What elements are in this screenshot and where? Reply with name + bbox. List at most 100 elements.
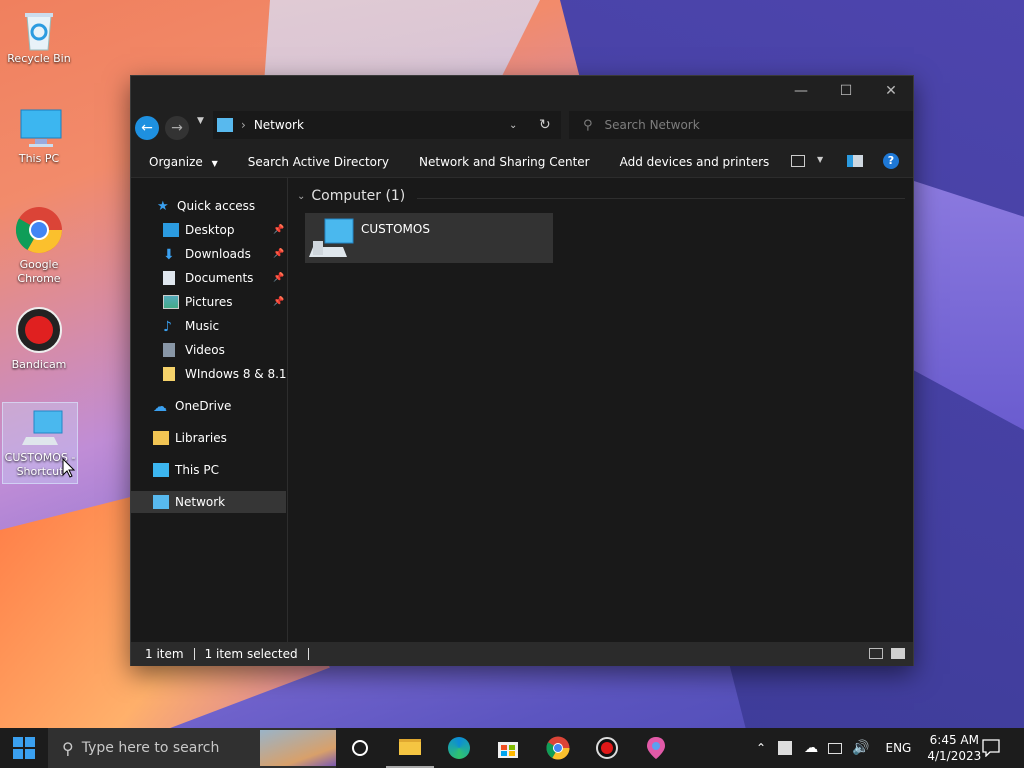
language-indicator[interactable]: ENG bbox=[886, 741, 912, 755]
record-icon bbox=[596, 737, 618, 759]
desktop-folder-icon bbox=[163, 223, 179, 237]
taskbar-chrome[interactable] bbox=[534, 728, 582, 768]
refresh-icon[interactable]: ↻ bbox=[539, 117, 551, 133]
search-active-directory-button[interactable]: Search Active Directory bbox=[233, 155, 404, 169]
breadcrumb-network[interactable]: Network bbox=[254, 118, 304, 132]
navigation-pane: ★ Quick access Desktop 📌 ⬇ Downloads 📌 D… bbox=[131, 178, 288, 642]
volume-icon[interactable]: 🔊 bbox=[852, 740, 869, 756]
taskbar-maps-app[interactable] bbox=[632, 728, 680, 768]
chevron-down-icon: ▼ bbox=[197, 116, 204, 126]
file-explorer-window: — ☐ ✕ ← → ▼ › Network ⌄ ↻ ⚲ Search Netwo… bbox=[130, 75, 914, 666]
content-area[interactable]: ⌄ Computer (1) CUSTOMOS bbox=[289, 178, 913, 642]
address-dropdown-icon[interactable]: ⌄ bbox=[509, 120, 517, 131]
chrome-icon bbox=[546, 736, 570, 760]
network-sharing-center-button[interactable]: Network and Sharing Center bbox=[404, 155, 605, 169]
view-options-button[interactable]: ▼ bbox=[817, 155, 823, 164]
minimize-button[interactable]: — bbox=[778, 76, 824, 106]
mouse-cursor-icon bbox=[62, 458, 76, 478]
maximize-button[interactable]: ☐ bbox=[823, 76, 869, 106]
title-bar[interactable]: — ☐ ✕ bbox=[131, 76, 913, 110]
search-icon: ⚲ bbox=[583, 117, 593, 133]
cortana-circle-icon bbox=[352, 740, 368, 756]
video-icon bbox=[163, 343, 175, 357]
map-pin-icon bbox=[647, 737, 665, 759]
bandicam-icon bbox=[15, 306, 63, 354]
search-box[interactable]: ⚲ Search Network bbox=[569, 111, 913, 139]
onedrive-offline-icon[interactable]: ☁ bbox=[804, 740, 818, 756]
nav-videos[interactable]: Videos bbox=[131, 339, 286, 361]
taskbar: ⚲ Type here to search ⌃ ☁ 🔊 ENG 6:45 AM … bbox=[0, 728, 1024, 768]
network-item-customos[interactable]: CUSTOMOS bbox=[305, 213, 553, 263]
nav-onedrive[interactable]: ☁ OneDrive bbox=[131, 395, 286, 417]
back-button[interactable]: ← bbox=[135, 116, 159, 140]
nav-label: This PC bbox=[175, 463, 219, 477]
nav-label: Documents bbox=[185, 271, 254, 285]
chevron-down-icon: ▼ bbox=[817, 155, 824, 164]
group-divider bbox=[417, 198, 905, 199]
nav-label: Quick access bbox=[177, 199, 256, 213]
network-status-icon[interactable] bbox=[828, 742, 843, 754]
arrow-left-icon: ← bbox=[141, 120, 153, 136]
taskbar-bandicam[interactable] bbox=[583, 728, 631, 768]
computer-icon bbox=[309, 218, 354, 257]
desktop-icon-recycle-bin[interactable]: Recycle Bin bbox=[4, 8, 74, 66]
details-view-icon[interactable] bbox=[869, 648, 883, 659]
taskbar-file-explorer[interactable] bbox=[386, 728, 434, 768]
recent-locations-button[interactable]: ▼ bbox=[197, 116, 204, 126]
address-bar[interactable]: › Network ⌄ ↻ bbox=[213, 111, 561, 139]
nav-music[interactable]: ♪ Music bbox=[131, 315, 286, 337]
command-bar: Organize ▼ Search Active Directory Netwo… bbox=[131, 146, 913, 178]
nav-windows-folder[interactable]: WIndows 8 & 8.1 th bbox=[131, 363, 286, 385]
selected-count: 1 item selected bbox=[204, 647, 298, 661]
desktop-icon-this-pc[interactable]: This PC bbox=[4, 108, 74, 166]
search-input[interactable]: Search Network bbox=[605, 118, 700, 132]
monitor-icon bbox=[153, 463, 169, 477]
search-highlight-image bbox=[260, 730, 336, 766]
desktop-icon-label: This PC bbox=[18, 152, 60, 165]
change-view-icon[interactable] bbox=[791, 155, 805, 167]
add-devices-printers-button[interactable]: Add devices and printers bbox=[605, 155, 785, 169]
download-icon: ⬇ bbox=[163, 247, 175, 263]
nav-downloads[interactable]: ⬇ Downloads 📌 bbox=[131, 243, 286, 265]
item-name: CUSTOMOS bbox=[361, 222, 430, 236]
desktop-icon-label: Bandicam bbox=[11, 358, 67, 371]
pictures-icon bbox=[163, 295, 179, 309]
organize-button[interactable]: Organize ▼ bbox=[131, 155, 233, 169]
star-icon: ★ bbox=[157, 199, 169, 214]
organize-label: Organize bbox=[149, 154, 203, 169]
notification-center-button[interactable] bbox=[968, 728, 1014, 768]
desktop-icon-chrome[interactable]: Google Chrome bbox=[4, 206, 74, 286]
security-shield-icon[interactable] bbox=[778, 741, 793, 755]
start-button[interactable] bbox=[0, 728, 48, 768]
pin-icon: 📌 bbox=[273, 249, 285, 259]
network-icon bbox=[153, 495, 169, 509]
nav-documents[interactable]: Documents 📌 bbox=[131, 267, 286, 289]
status-separator bbox=[307, 648, 309, 660]
store-icon bbox=[498, 742, 518, 758]
task-view-button[interactable] bbox=[336, 728, 384, 768]
taskbar-store[interactable] bbox=[484, 728, 532, 768]
taskbar-search-box[interactable]: ⚲ Type here to search bbox=[48, 728, 336, 768]
large-icons-view-icon[interactable] bbox=[891, 648, 905, 659]
nav-label: OneDrive bbox=[175, 399, 232, 413]
nav-quick-access[interactable]: ★ Quick access bbox=[131, 195, 286, 217]
help-icon[interactable]: ? bbox=[883, 153, 899, 169]
nav-desktop[interactable]: Desktop 📌 bbox=[131, 219, 286, 241]
group-header[interactable]: ⌄ Computer (1) bbox=[297, 188, 405, 204]
preview-pane-icon[interactable] bbox=[847, 155, 863, 167]
taskbar-edge[interactable] bbox=[435, 728, 483, 768]
nav-this-pc[interactable]: This PC bbox=[131, 459, 286, 481]
nav-libraries[interactable]: Libraries bbox=[131, 427, 286, 449]
network-icon bbox=[217, 118, 233, 132]
close-button[interactable]: ✕ bbox=[868, 76, 914, 106]
forward-button[interactable]: → bbox=[165, 116, 189, 140]
status-separator bbox=[193, 648, 195, 660]
nav-network[interactable]: Network bbox=[131, 491, 286, 513]
nav-pictures[interactable]: Pictures 📌 bbox=[131, 291, 286, 313]
nav-label: Desktop bbox=[185, 223, 235, 237]
desktop-icon-bandicam[interactable]: Bandicam bbox=[4, 306, 74, 372]
nav-label: Libraries bbox=[175, 431, 227, 445]
document-icon bbox=[163, 271, 175, 285]
show-hidden-icons-button[interactable]: ⌃ bbox=[756, 741, 766, 755]
taskbar-search-input[interactable]: Type here to search bbox=[82, 740, 220, 756]
